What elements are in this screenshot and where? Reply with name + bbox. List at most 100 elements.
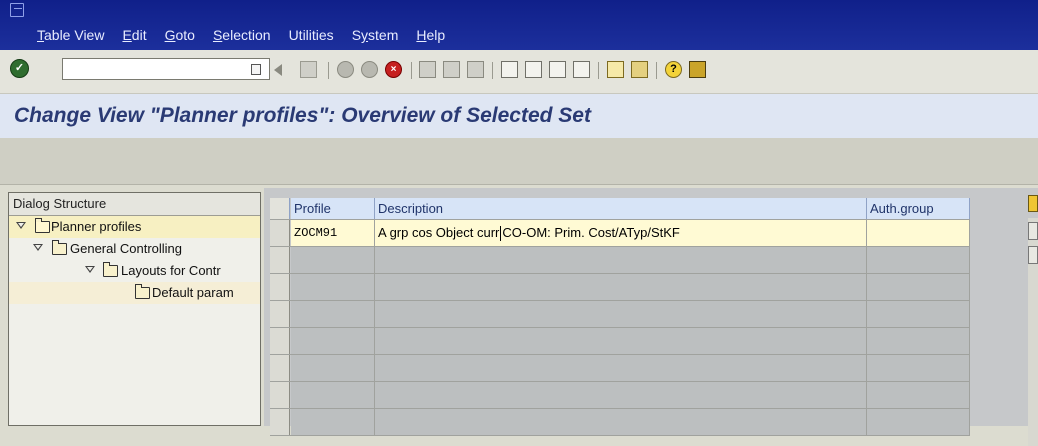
profile-cell[interactable]: ZOCM91 xyxy=(291,220,375,246)
planner-profiles-table: Profile Description Auth.group ZOCM91 A … xyxy=(270,198,970,436)
row-select-button[interactable] xyxy=(270,409,290,435)
scroll-up-button[interactable] xyxy=(1028,222,1038,240)
back-arrow-icon[interactable] xyxy=(274,64,282,76)
empty-cell xyxy=(291,301,375,327)
cancel-icon[interactable]: × xyxy=(385,61,402,78)
vertical-scrollbar[interactable] xyxy=(1028,218,1038,446)
table-row xyxy=(270,274,970,301)
menu-table-view[interactable]: Table View xyxy=(37,27,104,43)
menu-edit[interactable]: Edit xyxy=(122,27,146,43)
menu-system[interactable]: System xyxy=(352,27,399,43)
tree-item-label: Default param xyxy=(152,285,234,300)
empty-cell xyxy=(291,409,375,435)
empty-cell xyxy=(375,409,867,435)
empty-cell xyxy=(375,301,867,327)
description-part-b: CO-OM: Prim. Cost/ATyp/StKF xyxy=(502,225,680,240)
empty-cell xyxy=(291,328,375,354)
table-row xyxy=(270,355,970,382)
empty-cell xyxy=(867,274,970,300)
row-select-button[interactable] xyxy=(270,247,290,273)
empty-cell xyxy=(291,247,375,273)
description-part-a: A grp cos Object curr xyxy=(378,225,500,240)
last-page-icon[interactable] xyxy=(573,61,590,78)
scroll-down-button[interactable] xyxy=(1028,246,1038,264)
new-session-icon[interactable] xyxy=(607,61,624,78)
layout-icon[interactable] xyxy=(689,61,706,78)
tree-item-label: Layouts for Contr xyxy=(121,263,221,278)
column-header-description[interactable]: Description xyxy=(375,198,867,219)
exit-icon[interactable] xyxy=(361,61,378,78)
menu-utilities[interactable]: Utilities xyxy=(289,27,334,43)
empty-cell xyxy=(375,274,867,300)
toolbar-separator xyxy=(656,62,657,79)
empty-cell xyxy=(867,301,970,327)
toolbar-separator xyxy=(598,62,599,79)
column-header-auth-group[interactable]: Auth.group xyxy=(867,198,970,219)
menu-bar: Table View Edit Goto Selection Utilities… xyxy=(0,0,1038,50)
open-folder-icon xyxy=(35,218,50,233)
menu-list: Table View Edit Goto Selection Utilities… xyxy=(37,27,445,43)
toolbar-separator xyxy=(411,62,412,79)
menu-selection[interactable]: Selection xyxy=(213,27,271,43)
empty-cell xyxy=(291,355,375,381)
save-icon[interactable] xyxy=(300,61,317,78)
find-icon[interactable] xyxy=(443,61,460,78)
empty-cell xyxy=(375,247,867,273)
dialog-structure-panel: Dialog Structure Planner profiles Genera… xyxy=(8,192,261,426)
folder-icon xyxy=(103,262,118,277)
command-field[interactable] xyxy=(62,58,270,80)
table-row xyxy=(270,247,970,274)
empty-cell xyxy=(375,382,867,408)
menu-goto[interactable]: Goto xyxy=(165,27,195,43)
row-select-button[interactable] xyxy=(270,301,290,327)
tree-item-label: Planner profiles xyxy=(51,219,142,234)
empty-cell xyxy=(291,274,375,300)
table-row xyxy=(270,409,970,436)
row-select-button[interactable] xyxy=(270,382,290,408)
print-icon[interactable] xyxy=(419,61,436,78)
table-row xyxy=(270,382,970,409)
select-all-cell[interactable] xyxy=(270,198,290,219)
row-select-button[interactable] xyxy=(270,220,290,246)
system-menu-icon[interactable] xyxy=(10,3,24,17)
table-row: ZOCM91 A grp cos Object curr CO-OM: Prim.… xyxy=(270,220,970,247)
standard-toolbar: ✓ × ? xyxy=(0,50,1038,94)
enter-icon[interactable]: ✓ xyxy=(10,59,29,78)
auth-group-cell[interactable] xyxy=(867,220,970,246)
empty-cell xyxy=(375,355,867,381)
tree-item-general-controlling[interactable]: General Controlling xyxy=(9,238,260,260)
next-page-icon[interactable] xyxy=(549,61,566,78)
title-bar: Change View "Planner profiles": Overview… xyxy=(0,94,1038,138)
tree-item-planner-profiles[interactable]: Planner profiles xyxy=(9,216,260,238)
back-icon[interactable] xyxy=(337,61,354,78)
menu-help[interactable]: Help xyxy=(416,27,445,43)
expand-triangle-icon[interactable] xyxy=(16,222,26,229)
history-icon[interactable] xyxy=(251,64,261,75)
first-page-icon[interactable] xyxy=(501,61,518,78)
find-next-icon[interactable] xyxy=(467,61,484,78)
page-title: Change View "Planner profiles": Overview… xyxy=(14,104,591,127)
empty-cell xyxy=(375,328,867,354)
empty-cell xyxy=(867,409,970,435)
empty-cell xyxy=(291,382,375,408)
column-config-icon[interactable] xyxy=(1028,195,1038,212)
folder-icon xyxy=(52,240,67,255)
tree-item-default-param[interactable]: Default param xyxy=(9,282,260,304)
description-cell[interactable]: A grp cos Object curr CO-OM: Prim. Cost/A… xyxy=(375,220,867,246)
help-icon[interactable]: ? xyxy=(665,61,682,78)
expand-triangle-icon[interactable] xyxy=(33,244,43,251)
prev-page-icon[interactable] xyxy=(525,61,542,78)
empty-cell xyxy=(867,328,970,354)
tree-item-label: General Controlling xyxy=(70,241,183,256)
column-header-profile[interactable]: Profile xyxy=(291,198,375,219)
table-row xyxy=(270,301,970,328)
shortcut-icon[interactable] xyxy=(631,61,648,78)
row-select-button[interactable] xyxy=(270,328,290,354)
table-row xyxy=(270,328,970,355)
expand-triangle-icon[interactable] xyxy=(85,266,95,273)
application-toolbar xyxy=(0,138,1038,185)
row-select-button[interactable] xyxy=(270,355,290,381)
empty-cell xyxy=(867,247,970,273)
tree-item-layouts[interactable]: Layouts for Contr xyxy=(9,260,260,282)
row-select-button[interactable] xyxy=(270,274,290,300)
